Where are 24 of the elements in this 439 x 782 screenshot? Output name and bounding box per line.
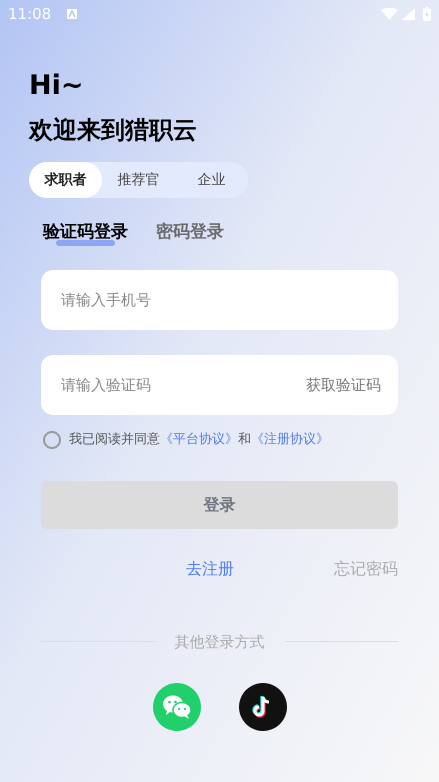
wechat-button[interactable] xyxy=(152,683,200,731)
signal-icon xyxy=(402,8,415,20)
wifi-icon xyxy=(381,8,398,20)
other-login-label: 其他登录方式 xyxy=(174,632,264,652)
login-tab[interactable]: 验证码登录 xyxy=(43,220,128,244)
role-tab[interactable]: 求职者 xyxy=(29,162,102,198)
battery-icon xyxy=(423,7,431,21)
role-tab[interactable]: 推荐官 xyxy=(102,162,175,198)
status-time: 11:08 xyxy=(8,4,52,25)
chat-bubbles-icon xyxy=(162,694,192,720)
agree-checkbox[interactable] xyxy=(43,430,61,449)
get-code-button[interactable]: 获取验证码 xyxy=(306,369,381,401)
greeting-title: Hi~ xyxy=(29,70,84,102)
registration-agreement-link[interactable]: 《注册协议》 xyxy=(251,432,329,447)
phone-field[interactable]: 请输入手机号 xyxy=(41,270,398,330)
role-tab[interactable]: 企业 xyxy=(175,162,248,198)
notification-icon xyxy=(67,9,78,19)
register-link[interactable]: 去注册 xyxy=(186,556,234,580)
login-tab[interactable]: 密码登录 xyxy=(156,220,224,244)
platform-agreement-link[interactable]: 《平台协议》 xyxy=(160,432,238,447)
active-underline xyxy=(56,240,115,246)
agreement-text: 我已阅读并同意《平台协议》和《注册协议》 xyxy=(69,431,329,449)
tiktok-button[interactable] xyxy=(238,683,286,731)
welcome-title: 欢迎来到猎职云 xyxy=(29,115,197,146)
